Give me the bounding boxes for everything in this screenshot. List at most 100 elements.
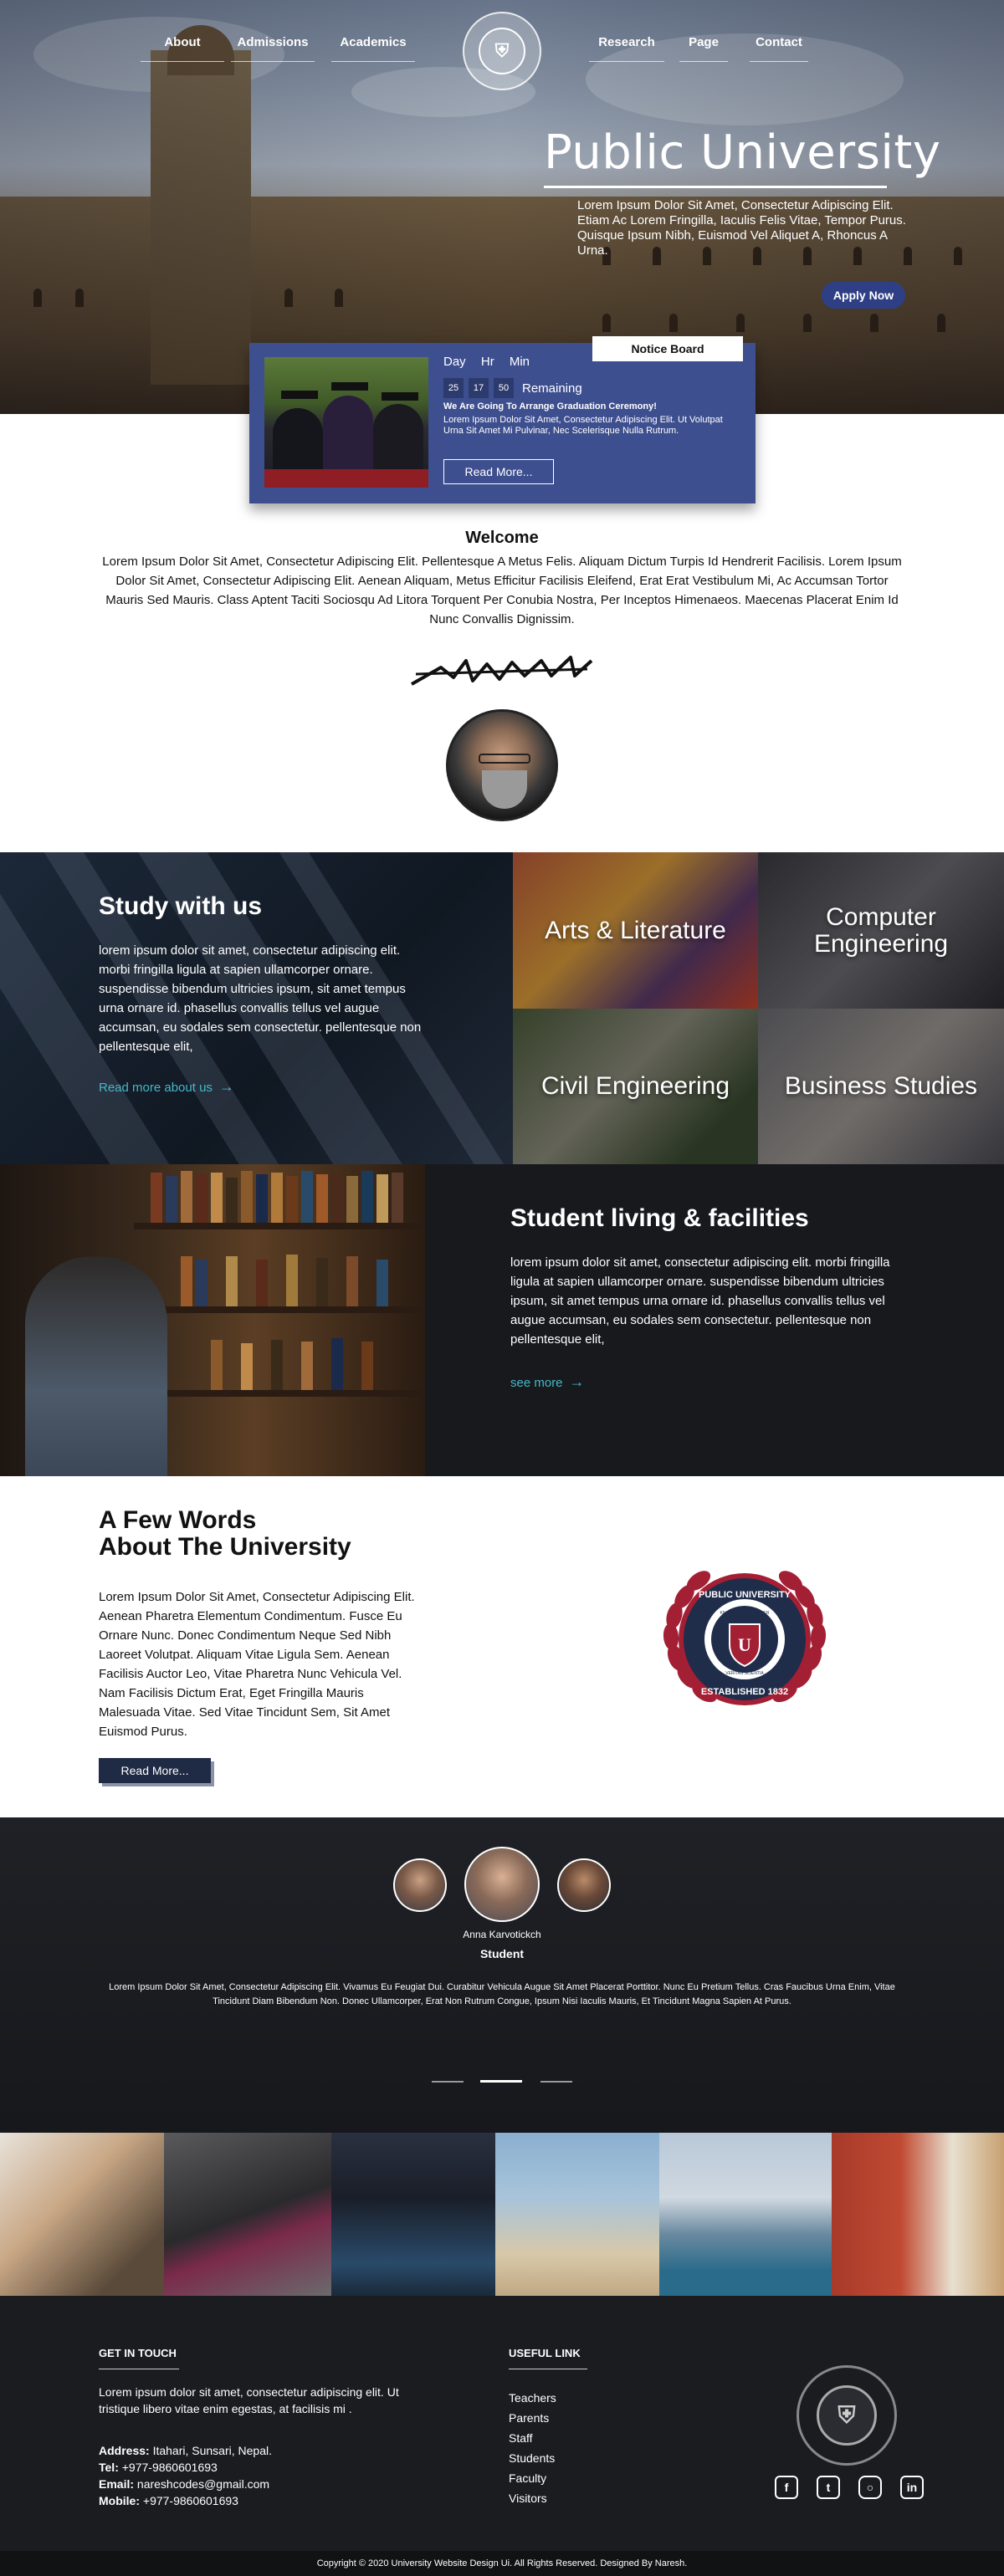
footer-mobile[interactable]: +977-9860601693 [143, 2494, 238, 2507]
countdown-day: 25 [443, 378, 464, 398]
instagram-icon[interactable]: ○ [858, 2476, 882, 2499]
slider-dot-2-active[interactable] [480, 2080, 522, 2083]
notice-board-tab[interactable]: Notice Board [592, 336, 743, 361]
notice-heading: We Are Going To Arrange Graduation Cerem… [443, 401, 657, 411]
footer-link-teachers[interactable]: Teachers [509, 2388, 556, 2408]
testimonial-role: Student [479, 1947, 525, 1960]
library-photo [0, 1164, 425, 1476]
read-more-about-us-link[interactable]: Read more about us → [99, 1078, 234, 1096]
graduation-photo [264, 357, 428, 488]
nav-item-academics[interactable]: Academics [331, 33, 415, 62]
see-more-link[interactable]: see more → [510, 1373, 585, 1391]
gallery-image-5[interactable] [659, 2133, 832, 2296]
footer-link-staff[interactable]: Staff [509, 2428, 556, 2448]
welcome-title: Welcome [465, 529, 539, 547]
footer-contact-details: Address: Itahari, Sunsari, Nepal. Tel: +… [99, 2442, 450, 2509]
testimonial-text: Lorem Ipsum Dolor Sit Amet, Consectetur … [109, 1982, 895, 2006]
hero-title-underline [544, 186, 887, 188]
student-living-text: lorem ipsum dolor sit amet, consectetur … [510, 1255, 890, 1347]
twitter-icon[interactable]: t [817, 2476, 840, 2499]
study-text: lorem ipsum dolor sit amet, consectetur … [99, 943, 422, 1054]
about-title: A Few Words About The University [99, 1507, 351, 1561]
emblem-inner-bottom-text: VERITAS SCIENTIA [725, 1671, 764, 1676]
gallery-image-1[interactable] [0, 2133, 164, 2296]
apply-now-button[interactable]: Apply Now [822, 282, 905, 309]
university-logo[interactable]: ⛨ [463, 12, 541, 90]
arrow-right-icon: → [218, 1078, 234, 1095]
copyright-bar: Copyright © 2020 University Website Desi… [0, 2551, 1004, 2576]
shield-icon: ⛨ [479, 28, 525, 74]
about-title-line2: About The University [99, 1533, 351, 1561]
emblem-top-text: PUBLIC UNIVERSITY [699, 1590, 791, 1600]
svg-text:U: U [738, 1634, 751, 1655]
student-figure [25, 1256, 167, 1476]
student-living-title: Student living & facilities [510, 1204, 809, 1232]
student-living-section: Student living & facilities lorem ipsum … [0, 1164, 1004, 1476]
footer-logo[interactable]: ⛨ [797, 2365, 897, 2466]
hero-subtitle: Lorem Ipsum Dolor Sit Amet, Consectetur … [577, 198, 906, 258]
tile-civil-engineering-label: Civil Engineering [540, 1072, 730, 1100]
signature-image [411, 656, 593, 686]
footer-link-visitors[interactable]: Visitors [509, 2488, 556, 2508]
footer-email[interactable]: nareshcodes@gmail.com [137, 2477, 269, 2491]
countdown-min: 50 [494, 378, 514, 398]
footer-contact-text: Lorem ipsum dolor sit amet, consectetur … [99, 2385, 399, 2415]
testimonial-avatar-prev[interactable] [393, 1858, 447, 1912]
footer-link-parents[interactable]: Parents [509, 2408, 556, 2428]
notice-read-more-button[interactable]: Read More... [443, 459, 554, 484]
emblem-inner-top-text: KNOWLEDGE IS POWER [720, 1611, 770, 1616]
see-more-label: see more [510, 1376, 563, 1390]
countdown-day-label: Day [443, 355, 466, 369]
footer-tel[interactable]: +977-9860601693 [122, 2461, 218, 2474]
gallery-image-6[interactable] [832, 2133, 1004, 2296]
testimonial-name: Anna Karvotickch [463, 1929, 541, 1940]
footer-mobile-label: Mobile: [99, 2494, 140, 2507]
nav-item-about[interactable]: About [141, 33, 224, 62]
about-title-line1: A Few Words [99, 1506, 257, 1534]
footer-address: Itahari, Sunsari, Nepal. [152, 2444, 272, 2457]
principal-avatar [446, 709, 558, 821]
countdown-hr: 17 [469, 378, 489, 398]
study-title: Study with us [99, 892, 262, 920]
welcome-text: Lorem Ipsum Dolor Sit Amet, Consectetur … [102, 555, 902, 626]
hero-title: Public University [544, 125, 941, 180]
countdown-min-label: Min [509, 355, 530, 369]
footer-address-label: Address: [99, 2444, 150, 2457]
nav-item-research[interactable]: Research [589, 33, 664, 62]
read-more-about-us-label: Read more about us [99, 1081, 213, 1095]
slider-dot-1[interactable] [432, 2081, 464, 2083]
testimonial-avatar-next[interactable] [557, 1858, 611, 1912]
tile-business-studies[interactable]: Business Studies [758, 1009, 1004, 1164]
tile-computer-engineering-label: Computer Engineering [813, 902, 949, 958]
footer-link-students[interactable]: Students [509, 2448, 556, 2468]
countdown-hr-label: Hr [480, 355, 494, 369]
tile-arts-literature[interactable]: Arts & Literature [513, 852, 758, 1009]
tile-computer-engineering[interactable]: Computer Engineering [758, 852, 1004, 1009]
about-read-more-button[interactable]: Read More... [99, 1758, 211, 1783]
about-text: Lorem Ipsum Dolor Sit Amet, Consectetur … [99, 1590, 415, 1739]
gallery-image-2[interactable] [164, 2133, 331, 2296]
tile-arts-literature-label: Arts & Literature [545, 916, 726, 944]
tile-business-studies-label: Business Studies [784, 1072, 978, 1100]
countdown-labels: Day Hr Min [443, 355, 541, 369]
arrow-right-icon: → [569, 1373, 585, 1390]
emblem-bottom-text: ESTABLISHED 1832 [701, 1687, 788, 1697]
main-nav: About Admissions Academics ⛨ Research Pa… [0, 0, 1004, 90]
nav-item-admissions[interactable]: Admissions [231, 33, 315, 62]
footer-link-faculty[interactable]: Faculty [509, 2468, 556, 2488]
facebook-icon[interactable]: f [775, 2476, 798, 2499]
university-emblem: U PUBLIC UNIVERSITY ESTABLISHED 1832 KNO… [663, 1571, 827, 1705]
footer-links-title: USEFUL LINK [509, 2347, 581, 2359]
nav-item-page[interactable]: Page [679, 33, 728, 62]
study-section: Study with us lorem ipsum dolor sit amet… [0, 852, 513, 1164]
footer-tel-label: Tel: [99, 2461, 119, 2474]
testimonial-avatar-active[interactable] [464, 1847, 540, 1922]
nav-item-contact[interactable]: Contact [750, 33, 808, 62]
notice-board: Notice Board Day Hr Min 25 17 50 Remaini… [249, 336, 756, 503]
gallery-image-4[interactable] [495, 2133, 659, 2296]
slider-dot-3[interactable] [540, 2081, 572, 2083]
linkedin-icon[interactable]: in [900, 2476, 924, 2499]
countdown-remaining: Remaining [522, 381, 582, 396]
gallery-image-3[interactable] [331, 2133, 495, 2296]
tile-civil-engineering[interactable]: Civil Engineering [513, 1009, 758, 1164]
